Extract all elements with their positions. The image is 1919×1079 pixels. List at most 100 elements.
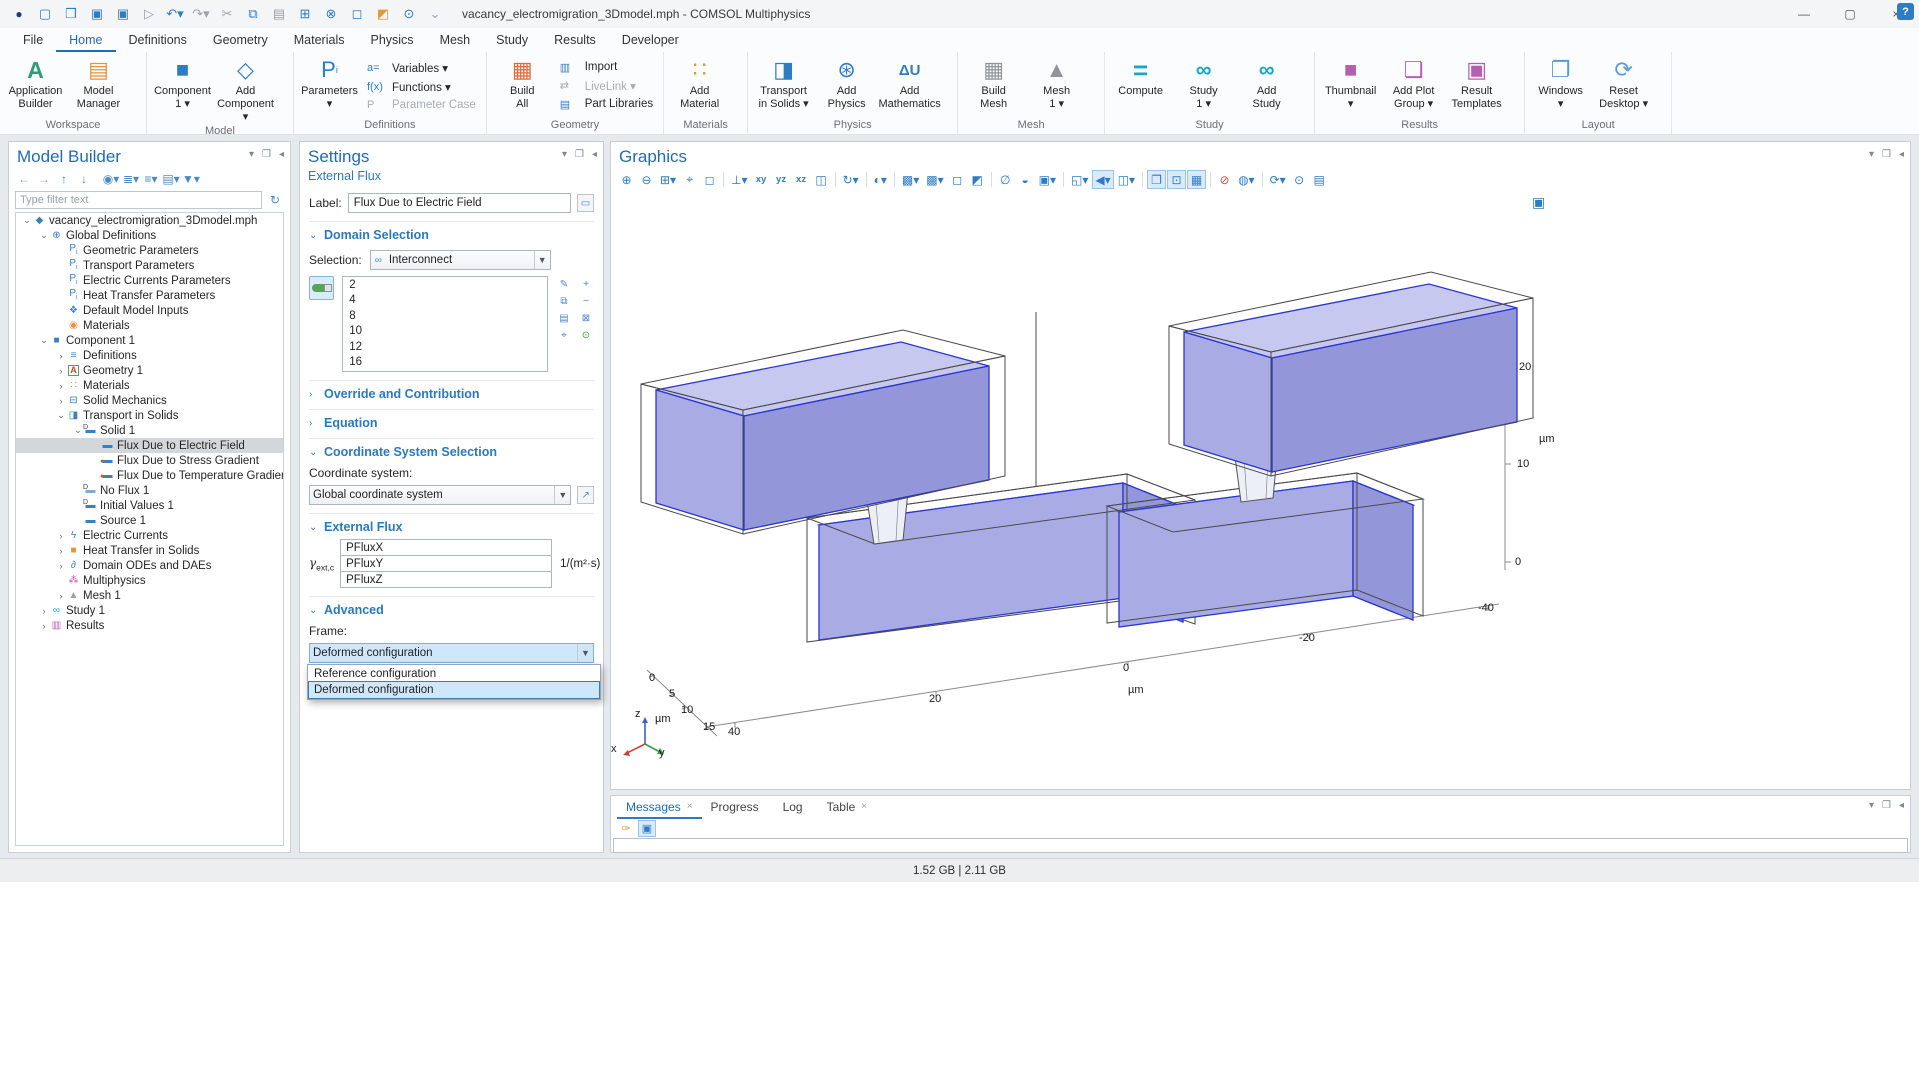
add-study-button[interactable]: ∞ AddStudy — [1235, 53, 1298, 118]
add-to-selection-icon[interactable]: + — [578, 276, 594, 292]
zoom-out-icon[interactable]: ⊖ — [637, 170, 656, 189]
expand-arrow[interactable]: › — [56, 351, 66, 361]
menu-file[interactable]: File — [10, 28, 56, 52]
menu-developer[interactable]: Developer — [609, 28, 692, 52]
domain-list[interactable]: 248101216 — [342, 276, 548, 372]
equation-header[interactable]: › Equation — [309, 416, 594, 430]
functions-button[interactable]: f(x) Functions ▾ — [367, 80, 476, 94]
domain-list-item[interactable]: 16 — [343, 355, 547, 371]
cut-icon[interactable]: ✂ — [214, 2, 240, 26]
result-templates-button[interactable]: ▣ ResultTemplates — [1445, 53, 1508, 118]
separator[interactable] — [1060, 170, 1067, 189]
image-export-icon[interactable]: ▣▾ — [1036, 170, 1059, 189]
redo-icon[interactable]: ↷▾ — [188, 2, 214, 26]
save-as-icon[interactable]: ▣ — [110, 2, 136, 26]
close-tab-icon[interactable]: × — [687, 801, 693, 812]
back-icon[interactable]: ← — [15, 170, 33, 188]
graphics-canvas[interactable]: 20 µm 10 0 40 20 0 -20 -40 µm 0 5 10 15 … — [611, 142, 1910, 789]
flux-expression-input[interactable] — [340, 571, 552, 588]
panel-dock-icon[interactable]: ◂ — [1899, 800, 1904, 811]
thumbnail-button[interactable]: ■ Thumbnail▾ — [1319, 53, 1382, 118]
livelink-button[interactable]: ⇄ LiveLink ▾ — [560, 79, 653, 93]
expand-all-icon[interactable]: ≣▾ — [122, 170, 140, 188]
node-group-icon[interactable]: ▤▾ — [162, 170, 180, 188]
external-flux-header[interactable]: ⌄ External Flux — [309, 520, 594, 534]
advanced-header[interactable]: ⌄ Advanced — [309, 603, 594, 617]
create-selection-icon[interactable]: ✎ — [556, 276, 572, 292]
undo-icon[interactable]: ↶▾ — [162, 2, 188, 26]
tree-item[interactable]: P Geometric Parameters — [16, 243, 283, 258]
menu-materials[interactable]: Materials — [281, 28, 358, 52]
panel-float-icon[interactable]: ❐ — [575, 149, 584, 160]
domain-list-item[interactable]: 10 — [343, 324, 547, 340]
snapshot-icon[interactable]: ⊙ — [1290, 170, 1309, 189]
domain-list-item[interactable]: 8 — [343, 308, 547, 324]
open-file-icon[interactable]: ❒ — [58, 2, 84, 26]
run-icon[interactable]: ▷ — [136, 2, 162, 26]
deselect-entities-icon[interactable]: ◩ — [968, 170, 987, 189]
expand-arrow[interactable]: › — [56, 546, 66, 556]
close-tab-icon[interactable]: × — [861, 801, 867, 812]
panel-dock-icon[interactable]: ◂ — [1899, 149, 1904, 160]
tree-item[interactable]: ⌄ ■ Component 1 — [16, 333, 283, 348]
remove-from-selection-icon[interactable]: − — [578, 293, 594, 309]
duplicate-icon[interactable]: ⊞ — [292, 2, 318, 26]
study-1-button[interactable]: ∞ Study1 ▾ — [1172, 53, 1235, 118]
tree-item[interactable]: ▬ Flux Due to Stress Gradient — [16, 453, 283, 468]
build-all-button[interactable]: ▦ BuildAll — [491, 53, 554, 118]
tree-item[interactable]: › ∞ Study 1 — [16, 603, 283, 618]
separator[interactable] — [95, 170, 100, 188]
color-table-icon[interactable]: ▩▾ — [899, 170, 922, 189]
clear-selection-icon[interactable]: ⊠ — [578, 310, 594, 326]
expand-arrow[interactable]: ⌄ — [22, 215, 32, 226]
panel-dock-icon[interactable]: ◂ — [592, 149, 597, 160]
forward-icon[interactable]: → — [35, 170, 53, 188]
selection-combo[interactable]: ∞ Interconnect ▼ — [370, 250, 551, 270]
separator[interactable] — [832, 170, 839, 189]
menu-home[interactable]: Home — [56, 28, 115, 52]
domain-list-item[interactable]: 12 — [343, 339, 547, 355]
material-color-icon[interactable]: ▩▾ — [923, 170, 946, 189]
label-input[interactable] — [348, 193, 571, 213]
tree-item[interactable]: P Transport Parameters — [16, 258, 283, 273]
expand-arrow[interactable]: › — [56, 381, 66, 391]
tree-item[interactable]: ❖ Default Model Inputs — [16, 303, 283, 318]
more-icon[interactable]: ⌄ — [422, 2, 448, 26]
build-mesh-button[interactable]: ▦ BuildMesh — [962, 53, 1025, 118]
scene-light-icon[interactable]: ◐▾ — [871, 170, 890, 189]
coordinate-system-combo[interactable]: Global coordinate system ▼ — [309, 485, 571, 505]
move-up-icon[interactable]: ↑ — [55, 170, 73, 188]
transparency-icon[interactable]: ◒ — [1016, 170, 1035, 189]
panel-menu-icon[interactable]: ▾ — [249, 149, 254, 160]
help-icon[interactable]: ? — [1897, 3, 1914, 20]
tab-log[interactable]: Log — [774, 796, 818, 819]
wireframe-icon[interactable]: ◫▾ — [1115, 170, 1138, 189]
tree-item[interactable]: ▬ Flux Due to Electric Field — [16, 438, 283, 453]
panel-menu-icon[interactable]: ▾ — [1869, 149, 1874, 160]
zoom-in-icon[interactable]: ⊕ — [617, 170, 636, 189]
reset-desktop-button[interactable]: ⟳ ResetDesktop ▾ — [1592, 53, 1655, 118]
frame-combo[interactable]: Deformed configuration ▼ — [309, 643, 594, 663]
tree-item[interactable]: › ∂ Domain ODEs and DAEs — [16, 558, 283, 573]
select-in-graphics-icon[interactable]: ⌖ — [556, 327, 572, 343]
tree-item[interactable]: ▬ Source 1 — [16, 513, 283, 528]
show-icon[interactable]: ◉▾ — [102, 170, 120, 188]
tree-item[interactable]: ▬ Initial Values 1 — [16, 498, 283, 513]
paste-icon[interactable]: ▤ — [266, 2, 292, 26]
hide-entities-icon[interactable]: ∅ — [996, 170, 1015, 189]
tree-item[interactable]: ⌄ ◨ Transport in Solids — [16, 408, 283, 423]
plot-panel-icon[interactable]: ▣ — [1532, 194, 1545, 211]
windows-button[interactable]: ❐ Windows▾ — [1529, 53, 1592, 118]
tree-item[interactable]: ▬ Flux Due to Temperature Gradient — [16, 468, 283, 483]
parameter-case-button[interactable]: P Parameter Case — [367, 99, 476, 111]
filter-icon[interactable]: ▼▾ — [182, 170, 200, 188]
clear-selection-icon[interactable]: ◩ — [370, 2, 396, 26]
tree-item[interactable]: P Heat Transfer Parameters — [16, 288, 283, 303]
separator[interactable] — [1259, 170, 1266, 189]
panel-menu-icon[interactable]: ▾ — [562, 149, 567, 160]
tree-item[interactable]: ◉ Materials — [16, 318, 283, 333]
expand-arrow[interactable]: › — [56, 366, 66, 376]
zoom-extents-icon[interactable]: ⌖ — [680, 170, 699, 189]
view-xy-icon[interactable]: xy — [752, 170, 771, 189]
tree-item[interactable]: › A Geometry 1 — [16, 363, 283, 378]
